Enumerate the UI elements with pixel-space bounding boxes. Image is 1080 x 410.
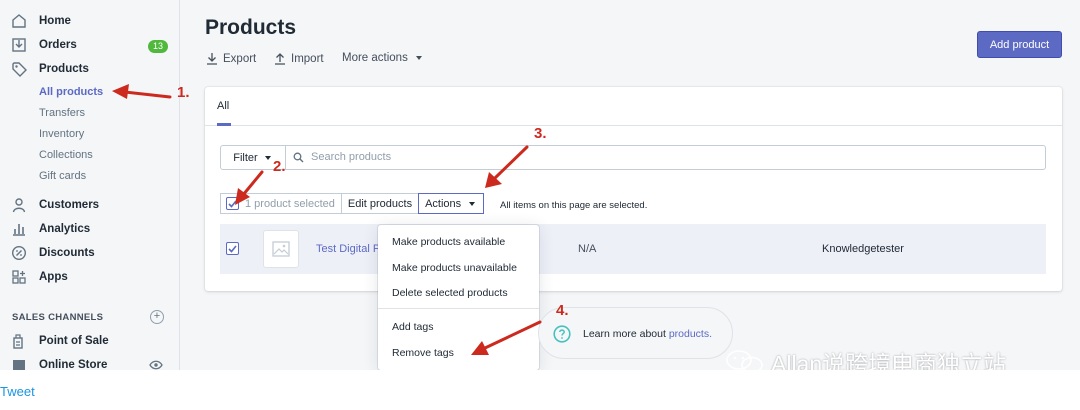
annotation-arrow-2: [241, 170, 264, 197]
shopify-admin-screenshot: Home Orders 13 Products All products Tra…: [0, 0, 1080, 370]
annotation-label-4: 4.: [556, 302, 569, 319]
annotation-arrows: [112, 84, 542, 355]
wechat-icon: [726, 350, 763, 370]
annotation-label-2: 2.: [273, 158, 286, 175]
annotation-arrow-1: [123, 90, 172, 99]
annotation-arrow-3: [493, 145, 529, 180]
tweet-link[interactable]: Tweet: [0, 384, 35, 399]
annotation-arrowhead-1: [112, 84, 129, 99]
watermark-text: Allan说跨境电商独立站: [771, 351, 1007, 370]
annotation-label-3: 3.: [534, 125, 547, 142]
annotation-arrow-4: [483, 320, 542, 350]
watermark: Allan说跨境电商独立站: [725, 345, 1006, 370]
annotation-label-1: 1.: [177, 84, 190, 101]
